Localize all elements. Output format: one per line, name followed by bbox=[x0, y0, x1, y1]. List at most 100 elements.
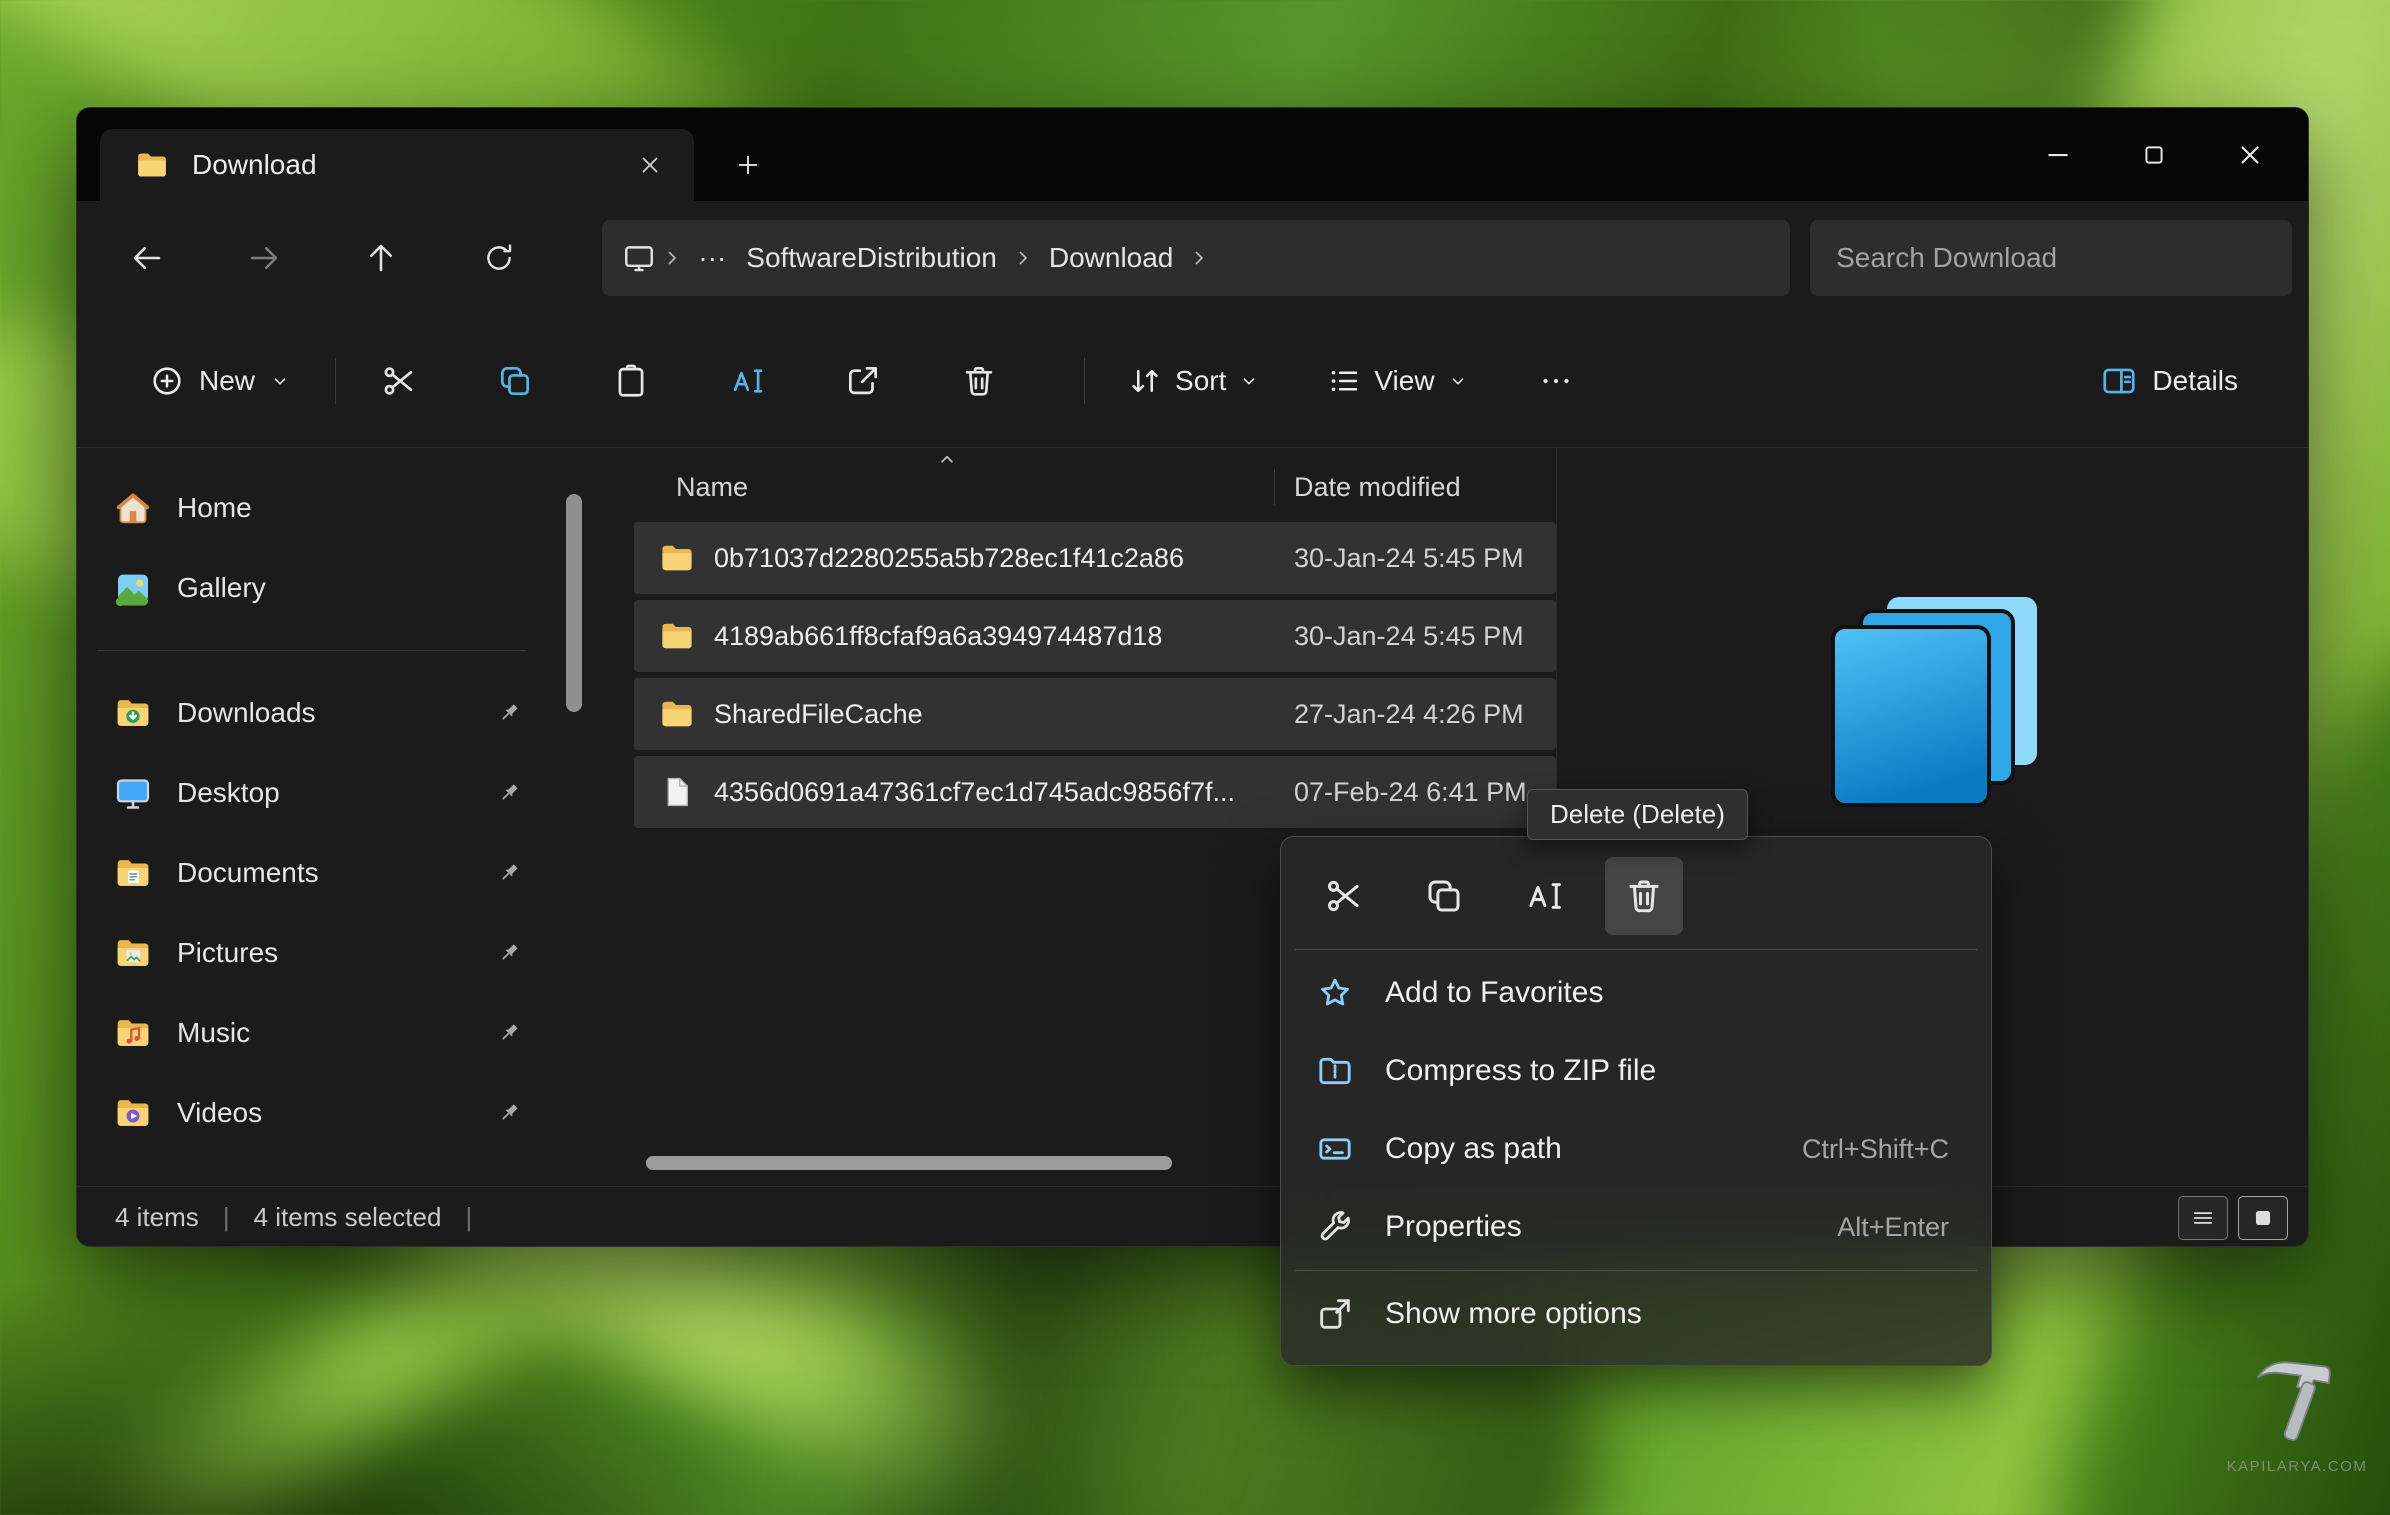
computer-icon[interactable] bbox=[622, 241, 656, 275]
file-row[interactable]: 4356d0691a47361cf7ec1d745adc9856f7f... 0… bbox=[634, 756, 1556, 828]
refresh-button[interactable] bbox=[475, 234, 522, 282]
new-button[interactable]: New bbox=[131, 351, 309, 411]
details-view-toggle[interactable] bbox=[2178, 1195, 2228, 1240]
pin-icon bbox=[494, 1018, 524, 1048]
sidebar-item-label: Pictures bbox=[177, 937, 279, 968]
pin-icon bbox=[494, 1098, 524, 1128]
more-options-button[interactable] bbox=[1519, 348, 1593, 414]
chevron-right-icon[interactable] bbox=[1187, 246, 1211, 270]
sidebar-item-label: Documents bbox=[177, 857, 319, 888]
cut-button[interactable] bbox=[362, 348, 436, 414]
chevron-down-icon bbox=[1238, 370, 1260, 392]
sidebar-item-documents[interactable]: Documents bbox=[85, 833, 554, 913]
breadcrumb-download[interactable]: Download bbox=[1039, 238, 1184, 278]
sidebar-item-downloads[interactable]: Downloads bbox=[85, 673, 554, 753]
sidebar-item-music[interactable]: Music bbox=[85, 993, 554, 1073]
path-icon bbox=[1319, 1138, 1351, 1160]
cut-icon bbox=[380, 362, 418, 400]
menu-item-copy-as-path[interactable]: Copy as path Ctrl+Shift+C bbox=[1289, 1110, 1983, 1188]
file-name: 0b71037d2280255a5b728ec1f41c2a86 bbox=[714, 542, 1184, 573]
column-header-date-modified[interactable]: Date modified bbox=[1274, 472, 1556, 503]
sort-icon bbox=[1132, 369, 1158, 392]
file-row[interactable]: 4189ab661ff8cfaf9a6a394974487d18 30-Jan-… bbox=[634, 600, 1556, 672]
new-tab-button[interactable] bbox=[724, 141, 772, 189]
breadcrumb-softwaredistribution[interactable]: SoftwareDistribution bbox=[736, 238, 1007, 278]
back-button[interactable] bbox=[123, 234, 170, 282]
horizontal-scrollbar-thumb[interactable] bbox=[646, 1156, 1172, 1170]
paste-icon bbox=[618, 364, 644, 397]
sidebar-item-label: Home bbox=[177, 492, 252, 523]
rename-button[interactable] bbox=[710, 348, 784, 414]
chevron-right-icon[interactable] bbox=[660, 246, 684, 270]
sort-dropdown[interactable]: Sort bbox=[1111, 353, 1276, 409]
tab-strip: Download bbox=[77, 108, 2308, 201]
file-date-modified: 30-Jan-24 5:45 PM bbox=[1294, 620, 1524, 651]
minimize-icon bbox=[2048, 153, 2068, 156]
item-count: 4 items bbox=[115, 1202, 199, 1232]
sidebar-item-home[interactable]: Home bbox=[85, 468, 554, 548]
view-dropdown[interactable]: View bbox=[1310, 353, 1484, 409]
up-button[interactable] bbox=[358, 234, 405, 282]
forward-button[interactable] bbox=[240, 234, 287, 282]
menu-item-add-to-favorites[interactable]: Add to Favorites bbox=[1289, 954, 1983, 1032]
minimize-button[interactable] bbox=[2010, 123, 2106, 187]
search-input[interactable] bbox=[1836, 241, 2266, 274]
desktop-icon bbox=[116, 779, 150, 809]
close-button[interactable] bbox=[2202, 123, 2298, 187]
tab-download[interactable]: Download bbox=[100, 129, 694, 201]
home-icon bbox=[116, 493, 150, 524]
back-icon bbox=[133, 246, 160, 269]
paste-button[interactable] bbox=[594, 348, 668, 414]
tab-title: Download bbox=[192, 149, 317, 180]
cut-button[interactable] bbox=[1305, 857, 1383, 935]
sidebar-item-videos[interactable]: Videos bbox=[85, 1073, 554, 1153]
copy-icon bbox=[496, 362, 534, 400]
rename-button[interactable] bbox=[1505, 857, 1583, 935]
file-name: SharedFileCache bbox=[714, 698, 923, 729]
rename-icon bbox=[728, 362, 766, 400]
delete-button[interactable] bbox=[1605, 857, 1683, 935]
menu-item-compress-to-zip[interactable]: Compress to ZIP file bbox=[1289, 1032, 1983, 1110]
pin-icon bbox=[494, 698, 524, 728]
forward-icon bbox=[250, 246, 278, 269]
selected-count: 4 items selected bbox=[253, 1202, 442, 1232]
more-icon bbox=[1542, 378, 1569, 383]
copy-button[interactable] bbox=[1405, 857, 1483, 935]
sidebar: Home Gallery Downloads Desktop Documents… bbox=[77, 448, 562, 1186]
sidebar-item-label: Gallery bbox=[177, 572, 266, 603]
sidebar-item-desktop[interactable]: Desktop bbox=[85, 753, 554, 833]
sidebar-item-pictures[interactable]: Pictures bbox=[85, 913, 554, 993]
sidebar-scrollbar-thumb[interactable] bbox=[566, 494, 582, 712]
column-header-name[interactable]: Name bbox=[634, 472, 1274, 503]
delete-tooltip: Delete (Delete) bbox=[1527, 789, 1748, 840]
breadcrumb: ··· SoftwareDistribution Download bbox=[602, 219, 1791, 296]
watermark: KAPILARYA.COM bbox=[2212, 1342, 2382, 1475]
sidebar-item-gallery[interactable]: Gallery bbox=[85, 548, 554, 628]
menu-item-properties[interactable]: Properties Alt+Enter bbox=[1289, 1188, 1983, 1266]
chevron-down-icon bbox=[1447, 370, 1469, 392]
tab-folder-icon bbox=[134, 147, 170, 183]
file-name: 4356d0691a47361cf7ec1d745adc9856f7f... bbox=[714, 776, 1235, 807]
breadcrumb-ellipsis[interactable]: ··· bbox=[688, 238, 736, 278]
menu-item-show-more-options[interactable]: Show more options bbox=[1289, 1275, 1983, 1353]
file-row[interactable]: SharedFileCache 27-Jan-24 4:26 PM bbox=[634, 678, 1556, 750]
details-pane-button[interactable]: Details bbox=[2084, 352, 2254, 410]
large-icons-view-icon bbox=[2255, 1210, 2271, 1225]
large-icons-view-toggle[interactable] bbox=[2238, 1195, 2288, 1240]
column-divider[interactable] bbox=[1274, 469, 1275, 505]
file-name: 4189ab661ff8cfaf9a6a394974487d18 bbox=[714, 620, 1163, 651]
chevron-right-icon[interactable] bbox=[1011, 246, 1035, 270]
tab-close-icon[interactable] bbox=[628, 143, 672, 187]
sidebar-item-label: Music bbox=[177, 1017, 251, 1048]
file-row[interactable]: 0b71037d2280255a5b728ec1f41c2a86 30-Jan-… bbox=[634, 522, 1556, 594]
delete-button[interactable] bbox=[942, 348, 1016, 414]
videos-icon bbox=[113, 1093, 153, 1133]
command-bar: New Sort View Details bbox=[77, 314, 2308, 448]
pictures-icon bbox=[113, 933, 153, 973]
delete-icon bbox=[1623, 875, 1665, 917]
copy-button[interactable] bbox=[478, 348, 552, 414]
share-button[interactable] bbox=[826, 348, 900, 414]
chevron-down-icon bbox=[269, 370, 291, 392]
maximize-button[interactable] bbox=[2106, 123, 2202, 187]
share-icon bbox=[849, 366, 878, 394]
